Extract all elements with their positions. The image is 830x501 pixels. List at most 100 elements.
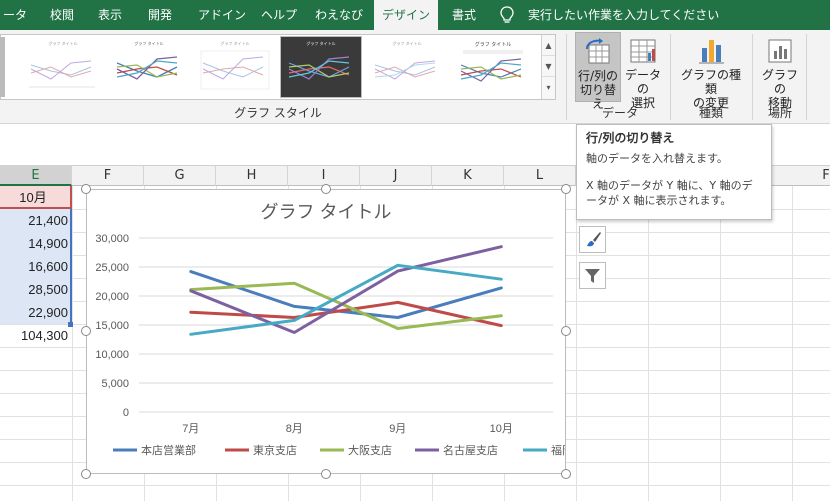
filter-icon <box>585 269 600 283</box>
chart-filters-button[interactable] <box>579 262 606 289</box>
column-header-e[interactable]: E <box>0 166 72 186</box>
select-data-button[interactable]: データの 選択 <box>622 32 664 110</box>
column-header-next[interactable]: F <box>816 166 830 186</box>
tab-developer[interactable]: 開発 <box>138 0 182 30</box>
legend-label: 大阪支店 <box>348 443 392 457</box>
column-header-f[interactable]: F <box>72 166 144 186</box>
tooltip-switch-row-column: 行/列の切り替え 軸のデータを入れ替えます。 X 軸のデータが Y 軸に、Y 軸… <box>576 124 772 220</box>
tab-addins[interactable]: アドイン <box>192 0 252 30</box>
grid-line <box>0 485 830 486</box>
y-tick-label: 10,000 <box>95 349 129 361</box>
column-header-i[interactable]: I <box>288 166 360 186</box>
chart-title[interactable]: グラフ タイトル <box>87 198 565 224</box>
gallery-down-icon[interactable]: ▼ <box>542 56 555 77</box>
tell-me-text: 実行したい作業を入力してください <box>528 8 720 22</box>
tooltip-text: X 軸のデータが Y 軸に、Y 軸のデータが X 軸に表示されます。 <box>586 179 753 207</box>
grid-line <box>792 186 793 501</box>
column-header-g[interactable]: G <box>144 166 216 186</box>
chart-style-thumb-partial[interactable] <box>0 37 5 97</box>
change-chart-type-label-1: グラフの種類 <box>680 68 741 96</box>
ribbon-panel: グラフ タイトル グラフ タイトル グラフ タイトル グラフ タイトル グラフ … <box>0 30 830 124</box>
tab-help[interactable]: ヘルプ <box>256 0 302 30</box>
tab-review[interactable]: 校閲 <box>40 0 84 30</box>
group-separator <box>670 34 671 120</box>
grid-line <box>576 186 577 501</box>
group-separator <box>806 34 807 120</box>
tab-data[interactable]: ータ <box>0 0 30 30</box>
chart-style-thumb-1[interactable]: グラフ タイトル <box>23 37 103 97</box>
chart-resize-handle[interactable] <box>81 326 91 336</box>
chart-style-thumb-title: グラフ タイトル <box>220 41 250 46</box>
chart-resize-handle[interactable] <box>81 184 91 194</box>
cell-e-value[interactable]: 14,900 <box>0 232 72 255</box>
y-tick-label: 0 <box>123 407 129 419</box>
x-tick-label: 8月 <box>286 423 303 435</box>
cell-e-value[interactable]: 28,500 <box>0 278 72 301</box>
lightbulb-icon <box>500 6 514 23</box>
y-tick-label: 30,000 <box>95 233 129 245</box>
line-chart[interactable]: 0 5,000 10,000 15,000 20,000 25,000 30,000 7月 8… <box>86 189 595 474</box>
cell-e-value[interactable]: 21,400 <box>0 209 72 232</box>
type-group-label: 種類 <box>698 106 723 120</box>
chart-resize-handle[interactable] <box>321 184 331 194</box>
grid-line <box>72 186 73 501</box>
chart-resize-handle[interactable] <box>561 469 571 479</box>
chart-resize-handle[interactable] <box>81 469 91 479</box>
switch-row-column-button[interactable]: 行/列の 切り替え <box>575 32 621 111</box>
cell-e-total[interactable]: 104,300 <box>0 324 72 347</box>
chart-resize-handle[interactable] <box>561 326 571 336</box>
group-separator <box>752 34 753 120</box>
change-chart-type-icon <box>699 40 724 64</box>
chart-style-thumb-2[interactable]: グラフ タイトル <box>109 37 189 97</box>
move-chart-label-1: グラフの <box>761 68 798 96</box>
column-header-l[interactable]: L <box>504 166 576 186</box>
gallery-up-icon[interactable]: ▲ <box>542 35 555 56</box>
chart-resize-handle[interactable] <box>561 184 571 194</box>
legend-label: 本店営業部 <box>141 443 196 457</box>
chart-style-thumb-6[interactable]: グラフ タイトル <box>453 37 533 97</box>
range-resize-handle[interactable] <box>68 322 73 327</box>
cell-e-value[interactable]: 22,900 <box>0 301 72 324</box>
x-tick-label: 10月 <box>490 423 513 435</box>
column-header-k[interactable]: K <box>432 166 504 186</box>
x-tick-label: 9月 <box>389 423 406 435</box>
chart-style-thumb-3[interactable]: グラフ タイトル <box>195 37 275 97</box>
cell-e-header[interactable]: 10月 <box>0 186 72 209</box>
grid-line <box>648 186 649 501</box>
switch-row-column-label-1: 行/列の <box>577 69 619 83</box>
chart-style-thumb-5[interactable]: グラフ タイトル <box>367 37 447 97</box>
tab-format[interactable]: 書式 <box>442 0 486 30</box>
grid-line <box>720 186 721 501</box>
y-tick-label: 20,000 <box>95 291 129 303</box>
gallery-more-icon[interactable]: ▾ <box>542 77 555 98</box>
move-chart-button[interactable]: グラフの 移動 <box>758 32 802 110</box>
column-header-j[interactable]: J <box>360 166 432 186</box>
chart-style-thumb-title: グラフ タイトル <box>474 42 512 48</box>
chart-style-thumb-4[interactable]: グラフ タイトル <box>280 36 362 98</box>
change-chart-type-button[interactable]: グラフの種類 の変更 <box>676 32 746 110</box>
x-tick-label: 7月 <box>182 423 199 435</box>
brush-icon <box>587 232 601 247</box>
y-tick-label: 5,000 <box>101 378 129 390</box>
tab-waenavi[interactable]: わえなび <box>310 0 368 30</box>
tooltip-title: 行/列の切り替え <box>586 131 675 145</box>
y-tick-label: 25,000 <box>95 262 129 274</box>
legend-label: 福岡支店 <box>551 443 565 457</box>
chart-styles-button[interactable] <box>579 226 606 253</box>
tab-design[interactable]: デザイン <box>374 0 438 30</box>
chart-styles-group-label: グラフ スタイル <box>234 106 322 120</box>
chart-resize-handle[interactable] <box>321 469 331 479</box>
series-line <box>189 281 503 330</box>
cell-e-value[interactable]: 16,600 <box>0 255 72 278</box>
chart-style-thumb-title: グラフ タイトル <box>134 41 164 46</box>
gallery-scroll[interactable]: ▲ ▼ ▾ <box>541 35 555 99</box>
tab-view[interactable]: 表示 <box>88 0 132 30</box>
column-header-h[interactable]: H <box>216 166 288 186</box>
move-chart-icon <box>768 39 792 63</box>
chart-style-thumb-title: グラフ タイトル <box>48 41 78 46</box>
chart-style-thumb-title: グラフ タイトル <box>392 41 422 46</box>
location-group-label: 場所 <box>767 106 792 120</box>
chart-style-gallery[interactable]: グラフ タイトル グラフ タイトル グラフ タイトル グラフ タイトル グラフ … <box>0 34 556 100</box>
tell-me-box[interactable]: 実行したい作業を入力してください <box>500 0 719 30</box>
group-separator <box>566 34 567 120</box>
